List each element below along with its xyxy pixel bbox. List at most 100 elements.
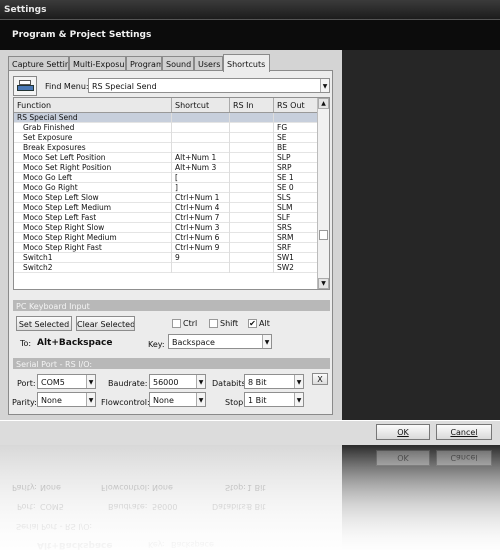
databits-select[interactable]: 8 Bit ▼ (244, 374, 304, 389)
table-row[interactable]: Break Exposures BE (14, 143, 318, 153)
baudrate-select[interactable]: 56000 ▼ (149, 374, 206, 389)
function-cell: Moco Go Left (14, 173, 172, 183)
rs-in-cell (230, 163, 274, 173)
tab-sound[interactable]: Sound (162, 56, 194, 71)
window-title: Settings (0, 0, 500, 20)
table-row[interactable]: Moco Step Left Medium Ctrl+Num 4 SLM (14, 203, 318, 213)
rs-in-cell (230, 183, 274, 193)
table-row[interactable]: Moco Step Right Slow Ctrl+Num 3 SRS (14, 223, 318, 233)
column-shortcut[interactable]: Shortcut (172, 98, 230, 112)
shortcut-cell: ] (172, 183, 230, 193)
chevron-down-icon[interactable]: ▼ (294, 393, 303, 406)
rs-out-cell: BE (274, 143, 318, 153)
rs-out-cell: SRP (274, 163, 318, 173)
chevron-down-icon[interactable]: ▼ (86, 393, 95, 406)
scroll-thumb[interactable] (319, 230, 328, 240)
tab-users[interactable]: Users (194, 56, 223, 71)
tab-shortcuts[interactable]: Shortcuts (223, 54, 270, 72)
rs-in-cell (230, 233, 274, 243)
function-cell: RS Special Send (14, 113, 172, 123)
table-row[interactable]: Moco Step Left Fast Ctrl+Num 7 SLF (14, 213, 318, 223)
close-serial-button[interactable]: X (312, 373, 328, 385)
table-row[interactable]: Moco Set Right Position Alt+Num 3 SRP (14, 163, 318, 173)
table-scrollbar[interactable]: ▲ ▼ (317, 98, 329, 289)
chevron-down-icon[interactable]: ▼ (262, 335, 271, 348)
rs-in-cell (230, 253, 274, 263)
rs-in-cell (230, 203, 274, 213)
shortcut-cell: Ctrl+Num 3 (172, 223, 230, 233)
table-row[interactable]: Moco Go Left[SE 1 (14, 173, 318, 183)
shift-label: Shift (220, 319, 239, 328)
column-function[interactable]: Function (14, 98, 172, 112)
reflection-fade (0, 445, 500, 550)
table-row[interactable]: Moco Step Right Medium Ctrl+Num 6 SRM (14, 233, 318, 243)
function-cell: Moco Go Right (14, 183, 172, 193)
printer-icon[interactable] (13, 76, 37, 96)
set-selected-button[interactable]: Set Selected (16, 316, 72, 331)
scroll-down-icon[interactable]: ▼ (318, 278, 329, 289)
alt-checkbox[interactable]: ✔ (248, 319, 257, 328)
ctrl-label: Ctrl (183, 319, 198, 328)
column-rs-out[interactable]: RS Out (274, 98, 318, 112)
table-row[interactable]: RS Special Send (14, 113, 318, 123)
function-cell: Moco Step Right Slow (14, 223, 172, 233)
port-select[interactable]: COM5 ▼ (37, 374, 96, 389)
databits-value: 8 Bit (248, 378, 267, 387)
shortcuts-table: Function Shortcut RS In RS Out RS Specia… (13, 97, 330, 290)
rs-in-cell (230, 213, 274, 223)
function-cell: Break Exposures (14, 143, 172, 153)
tab-capture-settings[interactable]: Capture Settings (8, 56, 69, 71)
chevron-down-icon[interactable]: ▼ (196, 393, 205, 406)
parity-value: None (41, 396, 62, 405)
tab-multi-exposure[interactable]: Multi-Exposure (69, 56, 126, 71)
table-row[interactable]: Switch1 9 SW1 (14, 253, 318, 263)
table-row[interactable]: Moco Set Left Position Alt+Num 1 SLP (14, 153, 318, 163)
table-row[interactable]: Set Exposure SE (14, 133, 318, 143)
table-row[interactable]: Grab Finished FG (14, 123, 318, 133)
checkmark-icon: ✔ (249, 319, 256, 328)
rs-in-cell (230, 243, 274, 253)
rs-in-cell (230, 133, 274, 143)
key-value: Backspace (172, 338, 215, 347)
stop-select[interactable]: 1 Bit ▼ (244, 392, 304, 407)
chevron-down-icon[interactable]: ▼ (320, 79, 329, 92)
ok-button-label: OK (397, 428, 409, 437)
rs-out-cell: SE (274, 133, 318, 143)
ok-button[interactable]: OK (376, 424, 430, 440)
shortcut-cell: Ctrl+Num 7 (172, 213, 230, 223)
side-area (342, 50, 500, 420)
cancel-button[interactable]: Cancel (436, 424, 492, 440)
chevron-down-icon[interactable]: ▼ (196, 375, 205, 388)
ctrl-checkbox[interactable] (172, 319, 181, 328)
chevron-down-icon[interactable]: ▼ (86, 375, 95, 388)
rs-out-cell: SE 1 (274, 173, 318, 183)
rs-out-cell: SLP (274, 153, 318, 163)
table-row[interactable]: Switch2 SW2 (14, 263, 318, 273)
find-menu-select[interactable]: RS Special Send ▼ (88, 78, 330, 93)
rs-out-cell: SRS (274, 223, 318, 233)
table-row[interactable]: Moco Go Right] SE 0 (14, 183, 318, 193)
scroll-up-icon[interactable]: ▲ (318, 98, 329, 109)
table-row[interactable]: Moco Step Right Fast Ctrl+Num 9 SRF (14, 243, 318, 253)
table-row[interactable]: Moco Step Left Slow Ctrl+Num 1 SLS (14, 193, 318, 203)
pc-keyboard-section-header: PC Keyboard Input (13, 300, 330, 311)
shortcut-cell (172, 133, 230, 143)
cancel-button-label: Cancel (450, 428, 478, 437)
clear-selected-button[interactable]: Clear Selected (76, 316, 135, 331)
rs-in-cell (230, 263, 274, 273)
key-label: Key: (148, 340, 165, 349)
flowcontrol-select[interactable]: None ▼ (149, 392, 206, 407)
shortcut-cell (172, 113, 230, 123)
tab-program[interactable]: Program (126, 56, 162, 71)
function-cell: Moco Step Left Medium (14, 203, 172, 213)
shift-checkbox[interactable] (209, 319, 218, 328)
rs-out-cell: FG (274, 123, 318, 133)
rs-out-cell: SRF (274, 243, 318, 253)
function-cell: Grab Finished (14, 123, 172, 133)
key-select[interactable]: Backspace ▼ (168, 334, 272, 349)
shortcut-cell: Ctrl+Num 4 (172, 203, 230, 213)
column-rs-in[interactable]: RS In (230, 98, 274, 112)
chevron-down-icon[interactable]: ▼ (294, 375, 303, 388)
parity-select[interactable]: None ▼ (37, 392, 96, 407)
shortcut-cell (172, 263, 230, 273)
